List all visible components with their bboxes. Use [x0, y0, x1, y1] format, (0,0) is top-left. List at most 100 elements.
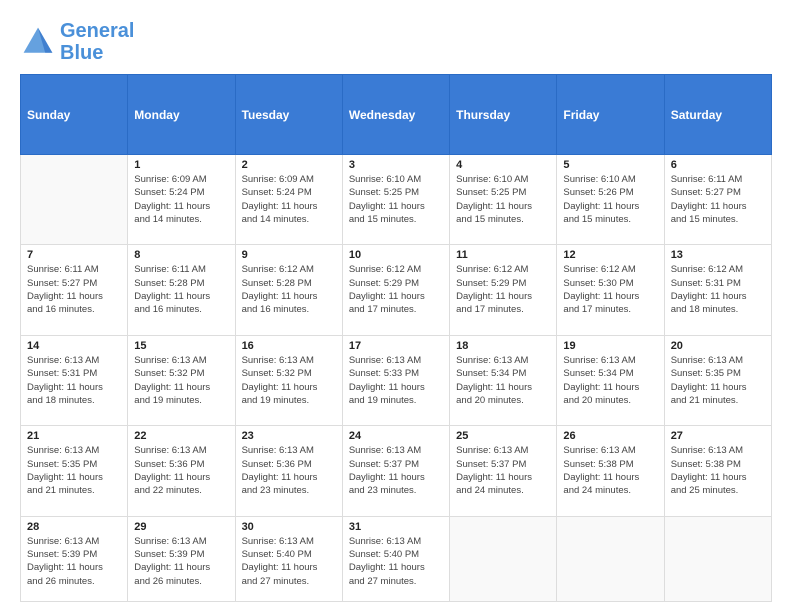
header: General Blue	[20, 20, 772, 64]
day-number: 27	[671, 430, 765, 442]
calendar-table: SundayMondayTuesdayWednesdayThursdayFrid…	[20, 74, 772, 602]
day-number: 3	[349, 159, 443, 171]
day-info: Sunrise: 6:11 AM Sunset: 5:27 PM Dayligh…	[671, 173, 765, 226]
calendar-cell: 20Sunrise: 6:13 AM Sunset: 5:35 PM Dayli…	[664, 335, 771, 425]
calendar-cell: 8 Sunrise: 6:11 AM Sunset: 5:28 PM Daylig…	[128, 245, 235, 335]
day-number: 18	[456, 340, 550, 352]
day-info: Sunrise: 6:09 AM Sunset: 5:24 PM Dayligh…	[134, 173, 228, 226]
calendar-cell: 14 Sunrise: 6:13 AM Sunset: 5:31 PM Dayli…	[21, 335, 128, 425]
weekday-header-wednesday: Wednesday	[342, 75, 449, 155]
calendar-week-1: 1 Sunrise: 6:09 AM Sunset: 5:24 PM Daylig…	[21, 155, 772, 245]
calendar-cell: 23 Sunrise: 6:13 AM Sunset: 5:36 PM Dayli…	[235, 426, 342, 516]
day-info: Sunrise: 6:13 AM Sunset: 5:33 PM Dayligh…	[349, 354, 443, 407]
day-number: 14	[27, 340, 121, 352]
day-info: Sunrise: 6:13 AM Sunset: 5:36 PM Dayligh…	[134, 444, 228, 497]
calendar-cell: 9Sunrise: 6:12 AM Sunset: 5:28 PM Daylig…	[235, 245, 342, 335]
logo-icon	[20, 24, 56, 60]
calendar-cell	[664, 516, 771, 601]
day-info: Sunrise: 6:11 AM Sunset: 5:27 PM Dayligh…	[27, 263, 121, 316]
day-number: 23	[242, 430, 336, 442]
logo-text: General Blue	[60, 20, 134, 64]
day-info: Sunrise: 6:13 AM Sunset: 5:34 PM Dayligh…	[563, 354, 657, 407]
day-info: Sunrise: 6:12 AM Sunset: 5:30 PM Dayligh…	[563, 263, 657, 316]
day-info: Sunrise: 6:13 AM Sunset: 5:34 PM Dayligh…	[456, 354, 550, 407]
calendar-cell: 3 Sunrise: 6:10 AM Sunset: 5:25 PM Daylig…	[342, 155, 449, 245]
day-number: 2	[242, 159, 336, 171]
calendar-cell: 27 Sunrise: 6:13 AM Sunset: 5:38 PM Dayli…	[664, 426, 771, 516]
calendar-cell: 17Sunrise: 6:13 AM Sunset: 5:33 PM Dayli…	[342, 335, 449, 425]
day-number: 8	[134, 249, 228, 261]
day-info: Sunrise: 6:11 AM Sunset: 5:28 PM Dayligh…	[134, 263, 228, 316]
logo: General Blue	[20, 20, 134, 64]
calendar-cell: 29 Sunrise: 6:13 AM Sunset: 5:39 PM Dayli…	[128, 516, 235, 601]
day-number: 28	[27, 521, 121, 533]
calendar-cell: 2Sunrise: 6:09 AM Sunset: 5:24 PM Daylig…	[235, 155, 342, 245]
day-info: Sunrise: 6:13 AM Sunset: 5:32 PM Dayligh…	[134, 354, 228, 407]
day-info: Sunrise: 6:13 AM Sunset: 5:38 PM Dayligh…	[563, 444, 657, 497]
day-number: 4	[456, 159, 550, 171]
calendar-cell: 1 Sunrise: 6:09 AM Sunset: 5:24 PM Daylig…	[128, 155, 235, 245]
calendar-cell: 21 Sunrise: 6:13 AM Sunset: 5:35 PM Dayli…	[21, 426, 128, 516]
day-info: Sunrise: 6:13 AM Sunset: 5:31 PM Dayligh…	[27, 354, 121, 407]
day-number: 12	[563, 249, 657, 261]
day-info: Sunrise: 6:13 AM Sunset: 5:40 PM Dayligh…	[349, 535, 443, 588]
day-info: Sunrise: 6:10 AM Sunset: 5:25 PM Dayligh…	[349, 173, 443, 226]
day-info: Sunrise: 6:12 AM Sunset: 5:28 PM Dayligh…	[242, 263, 336, 316]
calendar-cell: 11 Sunrise: 6:12 AM Sunset: 5:29 PM Dayli…	[450, 245, 557, 335]
day-number: 6	[671, 159, 765, 171]
day-number: 10	[349, 249, 443, 261]
day-number: 24	[349, 430, 443, 442]
day-number: 19	[563, 340, 657, 352]
weekday-header-friday: Friday	[557, 75, 664, 155]
day-info: Sunrise: 6:12 AM Sunset: 5:29 PM Dayligh…	[456, 263, 550, 316]
day-number: 5	[563, 159, 657, 171]
calendar-cell	[450, 516, 557, 601]
calendar-cell: 6 Sunrise: 6:11 AM Sunset: 5:27 PM Daylig…	[664, 155, 771, 245]
day-number: 7	[27, 249, 121, 261]
day-number: 20	[671, 340, 765, 352]
day-info: Sunrise: 6:12 AM Sunset: 5:29 PM Dayligh…	[349, 263, 443, 316]
day-number: 21	[27, 430, 121, 442]
day-number: 11	[456, 249, 550, 261]
day-number: 16	[242, 340, 336, 352]
calendar-week-4: 21 Sunrise: 6:13 AM Sunset: 5:35 PM Dayli…	[21, 426, 772, 516]
day-info: Sunrise: 6:13 AM Sunset: 5:38 PM Dayligh…	[671, 444, 765, 497]
day-info: Sunrise: 6:13 AM Sunset: 5:32 PM Dayligh…	[242, 354, 336, 407]
day-info: Sunrise: 6:13 AM Sunset: 5:37 PM Dayligh…	[349, 444, 443, 497]
weekday-header-saturday: Saturday	[664, 75, 771, 155]
weekday-header-sunday: Sunday	[21, 75, 128, 155]
calendar-cell: 16 Sunrise: 6:13 AM Sunset: 5:32 PM Dayli…	[235, 335, 342, 425]
day-info: Sunrise: 6:13 AM Sunset: 5:39 PM Dayligh…	[134, 535, 228, 588]
calendar-week-5: 28 Sunrise: 6:13 AM Sunset: 5:39 PM Dayli…	[21, 516, 772, 601]
day-number: 15	[134, 340, 228, 352]
day-info: Sunrise: 6:12 AM Sunset: 5:31 PM Dayligh…	[671, 263, 765, 316]
day-number: 1	[134, 159, 228, 171]
calendar-cell: 28 Sunrise: 6:13 AM Sunset: 5:39 PM Dayli…	[21, 516, 128, 601]
calendar-cell: 22Sunrise: 6:13 AM Sunset: 5:36 PM Dayli…	[128, 426, 235, 516]
day-info: Sunrise: 6:13 AM Sunset: 5:35 PM Dayligh…	[27, 444, 121, 497]
calendar-cell: 30 Sunrise: 6:13 AM Sunset: 5:40 PM Dayli…	[235, 516, 342, 601]
calendar-cell: 15 Sunrise: 6:13 AM Sunset: 5:32 PM Dayli…	[128, 335, 235, 425]
weekday-header-monday: Monday	[128, 75, 235, 155]
calendar-cell: 5 Sunrise: 6:10 AM Sunset: 5:26 PM Daylig…	[557, 155, 664, 245]
calendar-cell: 24 Sunrise: 6:13 AM Sunset: 5:37 PM Dayli…	[342, 426, 449, 516]
calendar-cell: 4 Sunrise: 6:10 AM Sunset: 5:25 PM Daylig…	[450, 155, 557, 245]
day-info: Sunrise: 6:13 AM Sunset: 5:39 PM Dayligh…	[27, 535, 121, 588]
calendar: SundayMondayTuesdayWednesdayThursdayFrid…	[20, 74, 772, 602]
day-info: Sunrise: 6:10 AM Sunset: 5:25 PM Dayligh…	[456, 173, 550, 226]
calendar-cell	[21, 155, 128, 245]
day-info: Sunrise: 6:10 AM Sunset: 5:26 PM Dayligh…	[563, 173, 657, 226]
day-number: 30	[242, 521, 336, 533]
calendar-cell: 18 Sunrise: 6:13 AM Sunset: 5:34 PM Dayli…	[450, 335, 557, 425]
calendar-cell: 10 Sunrise: 6:12 AM Sunset: 5:29 PM Dayli…	[342, 245, 449, 335]
calendar-cell: 13Sunrise: 6:12 AM Sunset: 5:31 PM Dayli…	[664, 245, 771, 335]
day-number: 31	[349, 521, 443, 533]
calendar-cell: 7 Sunrise: 6:11 AM Sunset: 5:27 PM Daylig…	[21, 245, 128, 335]
calendar-cell: 26Sunrise: 6:13 AM Sunset: 5:38 PM Dayli…	[557, 426, 664, 516]
calendar-week-2: 7 Sunrise: 6:11 AM Sunset: 5:27 PM Daylig…	[21, 245, 772, 335]
day-info: Sunrise: 6:13 AM Sunset: 5:40 PM Dayligh…	[242, 535, 336, 588]
day-info: Sunrise: 6:13 AM Sunset: 5:36 PM Dayligh…	[242, 444, 336, 497]
page: General Blue SundayMondayTuesdayWednesda…	[0, 0, 792, 612]
day-number: 29	[134, 521, 228, 533]
calendar-week-3: 14 Sunrise: 6:13 AM Sunset: 5:31 PM Dayli…	[21, 335, 772, 425]
